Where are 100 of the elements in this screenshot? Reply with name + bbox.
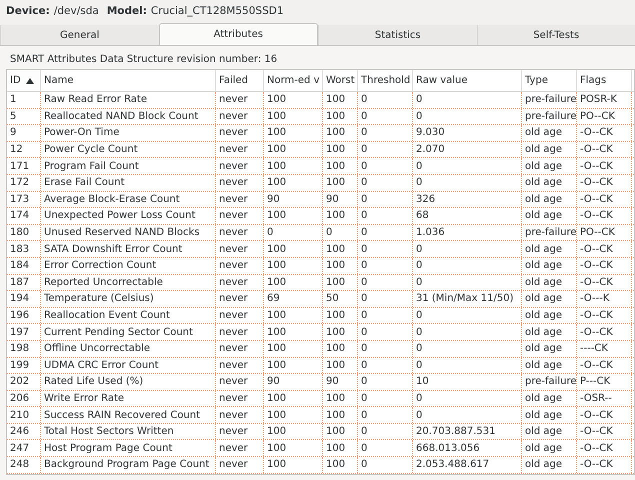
table-cell: 100	[264, 274, 323, 290]
table-cell: Error Correction Count	[41, 258, 216, 274]
table-cell: 100	[264, 358, 323, 374]
table-cell: 0	[358, 324, 413, 340]
table-cell: 0	[358, 440, 413, 456]
table-cell: old age	[522, 424, 577, 440]
table-cell: never	[216, 424, 264, 440]
table-cell: old age	[522, 125, 577, 141]
table-cell: never	[216, 92, 264, 108]
table-cell: 187	[7, 274, 41, 290]
column-header[interactable]: Type	[522, 70, 577, 91]
table-cell: 0	[413, 358, 522, 374]
table-cell: -O--CK	[577, 308, 632, 324]
table-cell: 31 (Min/Max 11/50)	[413, 291, 522, 307]
table-cell: 100	[264, 324, 323, 340]
table-cell: POSR-K	[577, 92, 632, 108]
model-value: Crucial_CT128M550SSD1	[150, 4, 284, 20]
table-cell: old age	[522, 390, 577, 406]
table-cell: 69	[264, 291, 323, 307]
table-cell: 326	[413, 192, 522, 208]
tab[interactable]: Attributes	[158, 23, 318, 45]
table-cell: 0	[413, 108, 522, 124]
table-cell: 100	[323, 407, 358, 423]
device-value: /dev/sda	[54, 4, 99, 20]
table-cell: 0	[358, 291, 413, 307]
table-cell: 0	[264, 224, 323, 240]
table-cell: 100	[264, 407, 323, 423]
table-cell: 0	[358, 241, 413, 257]
table-cell: UDMA CRC Error Count	[41, 358, 216, 374]
table-cell: 0	[358, 92, 413, 108]
table-cell: 0	[358, 158, 413, 174]
table-cell: old age	[522, 208, 577, 224]
table-cell: 100	[264, 340, 323, 356]
table-cell: never	[216, 340, 264, 356]
table-cell: Unexpected Power Loss Count	[41, 208, 216, 224]
table-cell: -O--CK	[577, 142, 632, 158]
table-cell: 1	[7, 92, 41, 108]
device-label: Device:	[6, 4, 50, 20]
table-cell: Unused Reserved NAND Blocks	[41, 224, 216, 240]
table-cell: 172	[7, 174, 41, 191]
table-cell: 90	[323, 192, 358, 208]
table-cell: never	[216, 241, 264, 257]
table-cell: 100	[264, 142, 323, 158]
table-cell: 0	[358, 340, 413, 356]
table-cell: old age	[522, 291, 577, 307]
table-cell: 0	[358, 358, 413, 374]
table-cell: 100	[323, 308, 358, 324]
table-cell: 0	[358, 390, 413, 406]
revision-text: SMART Attributes Data Structure revision number: 16	[9, 53, 278, 67]
table-cell: -O--CK	[577, 407, 632, 423]
table-cell: 2.070	[413, 142, 522, 158]
table-cell: -O---K	[577, 291, 632, 307]
table-cell: old age	[522, 142, 577, 158]
table-cell: never	[216, 390, 264, 406]
table-cell: 183	[7, 241, 41, 257]
table-cell: Reallocation Event Count	[41, 308, 216, 324]
table-cell: 197	[7, 324, 41, 340]
table-cell: -O--CK	[577, 158, 632, 174]
tab[interactable]: Statistics	[318, 25, 476, 45]
table-cell: 100	[264, 158, 323, 174]
table-cell: 0	[413, 174, 522, 191]
table-cell: never	[216, 440, 264, 456]
table-cell: 0	[358, 258, 413, 274]
table-cell: never	[216, 374, 264, 390]
column-header[interactable]: Threshold	[358, 70, 413, 91]
table-cell: -O--CK	[577, 424, 632, 440]
tab[interactable]: General	[0, 25, 158, 45]
table-cell: 0	[413, 241, 522, 257]
table-cell: 90	[323, 374, 358, 390]
table-cell: old age	[522, 308, 577, 324]
table-cell: Write Error Rate	[41, 390, 216, 406]
table-cell: pre-failure	[522, 374, 577, 390]
table-cell: never	[216, 274, 264, 290]
table-cell: 100	[323, 424, 358, 440]
table-cell: never	[216, 174, 264, 191]
table-cell: never	[216, 158, 264, 174]
table-cell: 100	[323, 241, 358, 257]
table-cell: -O--CK	[577, 358, 632, 374]
table-cell: 0	[413, 308, 522, 324]
table-cell: 100	[323, 258, 358, 274]
table-cell: 0	[358, 208, 413, 224]
table-cell: 184	[7, 258, 41, 274]
table-cell: Program Fail Count	[41, 158, 216, 174]
table-cell: 100	[323, 457, 358, 473]
table-cell: -O--CK	[577, 274, 632, 290]
table-cell: never	[216, 192, 264, 208]
table-cell: 0	[358, 407, 413, 423]
table-cell: 90	[264, 374, 323, 390]
table-cell: 100	[264, 308, 323, 324]
table-cell: never	[216, 108, 264, 124]
table-cell: -O--CK	[577, 241, 632, 257]
column-header[interactable]: Worst	[323, 70, 358, 91]
table-cell: 0	[413, 158, 522, 174]
table-cell: never	[216, 324, 264, 340]
table-cell: Success RAIN Recovered Count	[41, 407, 216, 423]
table-cell: 20.703.887.531	[413, 424, 522, 440]
tab[interactable]: Self-Tests	[476, 25, 635, 45]
table-cell: old age	[522, 358, 577, 374]
table-cell: 210	[7, 407, 41, 423]
table-cell: 100	[323, 274, 358, 290]
